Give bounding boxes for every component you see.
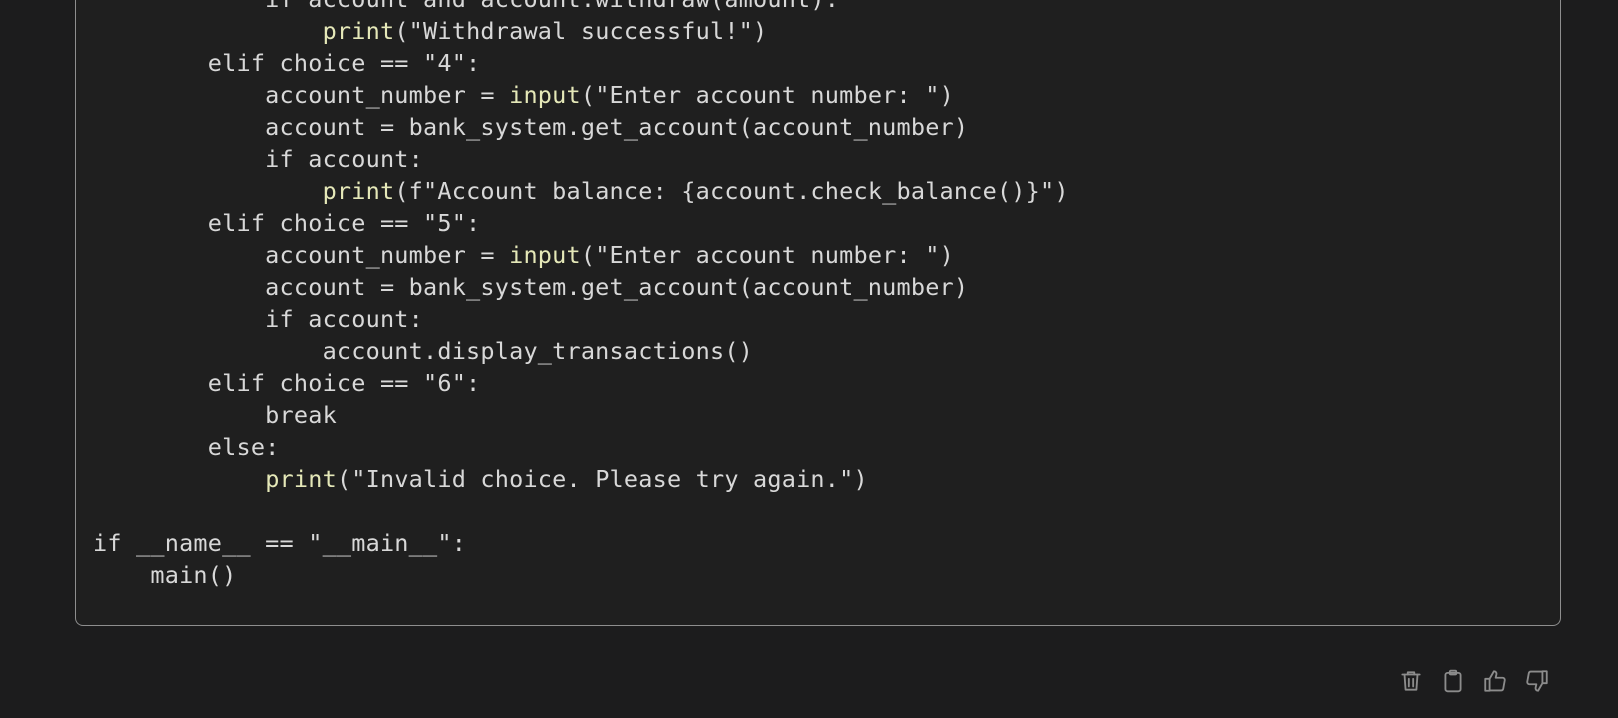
- code-text: ("Withdrawal successful!"): [394, 17, 768, 45]
- code-text: ("Enter account number: "): [580, 241, 954, 269]
- code-text: if account and account.withdraw(amount):: [93, 0, 839, 13]
- code-line: print("Invalid choice. Please try again.…: [93, 463, 868, 496]
- thumbs-down-button[interactable]: [1522, 664, 1552, 698]
- code-line: account = bank_system.get_account(accoun…: [93, 111, 968, 144]
- code-text: account = bank_system.get_account(accoun…: [93, 273, 969, 301]
- thumbs-down-icon: [1526, 670, 1548, 692]
- code-builtin-function: input: [509, 241, 581, 269]
- code-line: if account and account.withdraw(amount):: [93, 0, 839, 16]
- code-text: account.display_transactions(): [93, 337, 754, 365]
- code-text: if account:: [93, 305, 424, 333]
- code-text: break: [93, 401, 337, 429]
- code-line: print("Withdrawal successful!"): [93, 15, 768, 48]
- code-builtin-function: print: [322, 177, 395, 205]
- code-line: elif choice == "6":: [93, 367, 480, 400]
- code-text: elif choice == "6":: [93, 369, 481, 397]
- copy-button[interactable]: [1438, 664, 1468, 698]
- code-text: account_number =: [93, 241, 510, 269]
- code-line: elif choice == "5":: [93, 207, 480, 240]
- code-text: ("Enter account number: "): [580, 81, 954, 109]
- code-text: else:: [93, 433, 280, 461]
- clipboard-icon: [1444, 669, 1462, 693]
- code-line: if account:: [93, 303, 423, 336]
- chat-message-view: if account and account.withdraw(amount):…: [0, 0, 1618, 718]
- code-text: if __name__ == "__main__":: [93, 529, 467, 557]
- code-text: account_number =: [93, 81, 510, 109]
- code-line: main(): [93, 559, 236, 592]
- code-builtin-function: print: [265, 465, 337, 493]
- code-line: if account:: [93, 143, 423, 176]
- code-line: if __name__ == "__main__":: [93, 527, 466, 560]
- code-text: account = bank_system.get_account(accoun…: [93, 113, 969, 141]
- code-line: break: [93, 399, 337, 432]
- code-line: account = bank_system.get_account(accoun…: [93, 271, 968, 304]
- code-text: (f"Account balance: {account.check_balan…: [394, 177, 1069, 205]
- code-text: if account:: [93, 145, 424, 173]
- code-line: else:: [93, 431, 280, 464]
- code-line: elif choice == "4":: [93, 47, 480, 80]
- trash-icon: [1401, 671, 1421, 691]
- thumbs-up-button[interactable]: [1480, 664, 1510, 698]
- code-block: if account and account.withdraw(amount):…: [75, 0, 1561, 626]
- code-builtin-function: input: [509, 81, 581, 109]
- message-actions: [1396, 664, 1552, 698]
- code-text: ("Invalid choice. Please try again."): [336, 465, 868, 493]
- delete-button[interactable]: [1396, 664, 1426, 698]
- code-builtin-function: print: [322, 17, 395, 45]
- code-text: elif choice == "4":: [93, 49, 481, 77]
- code-text: elif choice == "5":: [93, 209, 481, 237]
- code-text: main(): [93, 561, 237, 589]
- thumbs-up-icon: [1484, 670, 1506, 692]
- code-line: account.display_transactions(): [93, 335, 753, 368]
- code-line: account_number = input("Enter account nu…: [93, 239, 954, 272]
- code-line: account_number = input("Enter account nu…: [93, 79, 954, 112]
- code-line: print(f"Account balance: {account.check_…: [93, 175, 1069, 208]
